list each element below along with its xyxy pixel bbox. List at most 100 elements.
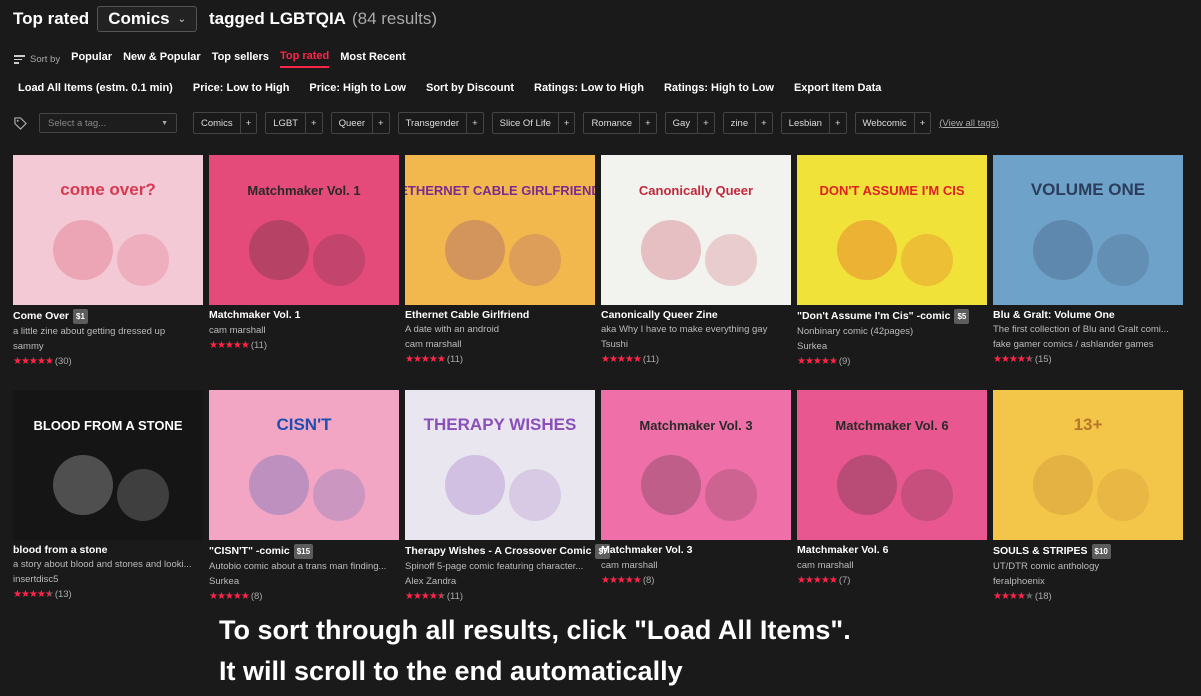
game-card[interactable]: THERAPY WISHES Therapy Wishes - A Crossov… (405, 390, 611, 603)
cover-thumbnail[interactable]: Matchmaker Vol. 3 (601, 390, 791, 540)
cover-thumbnail[interactable]: Canonically Queer (601, 155, 791, 305)
card-title[interactable]: "Don't Assume I'm Cis" -comic (797, 310, 950, 323)
card-title-row[interactable]: "CISN'T" -comic $15 (209, 544, 399, 559)
cover-thumbnail[interactable]: ETHERNET CABLE GIRLFRIEND (405, 155, 595, 305)
tag-chip-zine[interactable]: zine + (722, 112, 773, 134)
tag-chip-comics[interactable]: Comics + (193, 112, 258, 134)
game-card[interactable]: Matchmaker Vol. 3 Matchmaker Vol. 3 cam ma… (601, 390, 791, 587)
add-tag-icon[interactable]: + (755, 113, 772, 133)
game-card[interactable]: Matchmaker Vol. 1 Matchmaker Vol. 1 cam ma… (209, 155, 399, 352)
card-title-row[interactable]: Come Over $1 (13, 309, 203, 324)
tag-chip-slice-of-life[interactable]: Slice Of Life + (491, 112, 576, 134)
price-high-low-button[interactable]: Price: High to Low (309, 82, 406, 94)
card-title[interactable]: Therapy Wishes - A Crossover Comic (405, 545, 591, 558)
load-all-items-button[interactable]: Load All Items (estm. 0.1 min) (18, 82, 173, 94)
card-title-row[interactable]: Ethernet Cable Girlfriend (405, 309, 595, 322)
card-title[interactable]: Come Over (13, 310, 69, 323)
cover-title-text: DON'T ASSUME I'M CIS (819, 183, 964, 198)
card-title[interactable]: SOULS & STRIPES (993, 545, 1088, 558)
add-tag-icon[interactable]: + (697, 113, 714, 133)
add-tag-icon[interactable]: + (639, 113, 656, 133)
card-title-row[interactable]: "Don't Assume I'm Cis" -comic $5 (797, 309, 987, 324)
sort-tab-popular[interactable]: Popular (71, 51, 112, 67)
price-low-high-button[interactable]: Price: Low to High (193, 82, 290, 94)
card-title[interactable]: blood from a stone (13, 544, 108, 557)
ratings-low-high-button[interactable]: Ratings: Low to High (534, 82, 644, 94)
card-title[interactable]: Ethernet Cable Girlfriend (405, 309, 529, 322)
card-title-row[interactable]: Blu & Gralt: Volume One (993, 309, 1183, 322)
card-title-row[interactable]: blood from a stone (13, 544, 203, 557)
card-title-row[interactable]: Matchmaker Vol. 6 (797, 544, 987, 557)
tag-chip-label: Slice Of Life (499, 117, 551, 129)
card-author[interactable]: feralphoenix (993, 576, 1183, 588)
tag-chip-webcomic[interactable]: Webcomic + (854, 112, 932, 134)
card-author[interactable]: cam marshall (209, 325, 399, 337)
add-tag-icon[interactable]: + (828, 113, 846, 133)
card-author[interactable]: sammy (13, 341, 203, 353)
card-author[interactable]: fake gamer comics / ashlander games (993, 339, 1183, 351)
tag-select-dropdown[interactable]: Select a tag... ▼ (39, 113, 177, 133)
game-card[interactable]: ETHERNET CABLE GIRLFRIEND Ethernet Cable … (405, 155, 595, 366)
sort-tab-new-popular[interactable]: New & Popular (123, 51, 201, 67)
view-all-tags-link[interactable]: (View all tags) (939, 118, 999, 129)
cover-thumbnail[interactable]: 13+ (993, 390, 1183, 540)
cover-thumbnail[interactable]: come over? (13, 155, 203, 305)
card-author[interactable]: cam marshall (601, 560, 791, 572)
sort-by-discount-button[interactable]: Sort by Discount (426, 82, 514, 94)
card-title[interactable]: Blu & Gralt: Volume One (993, 309, 1115, 322)
card-author[interactable]: insertdisc5 (13, 574, 203, 586)
card-author[interactable]: cam marshall (405, 339, 595, 351)
card-author[interactable]: Surkea (209, 576, 399, 588)
game-card[interactable]: Canonically Queer Canonically Queer Zine a… (601, 155, 791, 366)
add-tag-icon[interactable]: + (239, 113, 257, 133)
export-item-data-button[interactable]: Export Item Data (794, 82, 881, 94)
cover-thumbnail[interactable]: Matchmaker Vol. 6 (797, 390, 987, 540)
game-card[interactable]: Matchmaker Vol. 6 Matchmaker Vol. 6 cam ma… (797, 390, 987, 587)
card-author[interactable]: cam marshall (797, 560, 987, 572)
card-title-row[interactable]: Matchmaker Vol. 3 (601, 544, 791, 557)
card-author[interactable]: Alex Zandra (405, 576, 595, 588)
add-tag-icon[interactable]: + (372, 113, 389, 133)
card-title[interactable]: Matchmaker Vol. 3 (601, 544, 692, 557)
tag-chip-lgbt[interactable]: LGBT + (265, 112, 323, 134)
cover-thumbnail[interactable]: VOLUME ONE (993, 155, 1183, 305)
add-tag-icon[interactable]: + (305, 113, 322, 133)
sort-tab-most-recent[interactable]: Most Recent (340, 51, 405, 67)
add-tag-icon[interactable]: + (466, 113, 483, 133)
cover-title-text: come over? (60, 180, 155, 199)
game-card[interactable]: BLOOD FROM A STONE blood from a stone a st… (13, 390, 203, 601)
card-rating: ★★★★★ (13) (13, 589, 203, 601)
cover-thumbnail[interactable]: THERAPY WISHES (405, 390, 595, 540)
card-title[interactable]: Matchmaker Vol. 1 (209, 309, 300, 322)
cover-thumbnail[interactable]: DON'T ASSUME I'M CIS (797, 155, 987, 305)
card-title[interactable]: Canonically Queer Zine (601, 309, 718, 322)
tag-chip-lesbian[interactable]: Lesbian + (780, 112, 847, 134)
ratings-high-low-button[interactable]: Ratings: High to Low (664, 82, 774, 94)
tag-chip-transgender[interactable]: Transgender + (397, 112, 484, 134)
card-title-row[interactable]: Matchmaker Vol. 1 (209, 309, 399, 322)
card-title-row[interactable]: Therapy Wishes - A Crossover Comic $7 (405, 544, 611, 559)
tag-chip-label: Transgender (405, 117, 460, 129)
add-tag-icon[interactable]: + (913, 113, 931, 133)
card-author[interactable]: Tsushi (601, 339, 791, 351)
tag-chip-gay[interactable]: Gay + (664, 112, 715, 134)
game-card[interactable]: 13+ SOULS & STRIPES $10 UT/DTR comic anthol… (993, 390, 1183, 603)
game-card[interactable]: CISN'T "CISN'T" -comic $15 Autobio comic ab… (209, 390, 399, 603)
sort-tab-top-sellers[interactable]: Top sellers (212, 51, 269, 67)
cover-thumbnail[interactable]: CISN'T (209, 390, 399, 540)
card-title-row[interactable]: SOULS & STRIPES $10 (993, 544, 1183, 559)
card-title[interactable]: "CISN'T" -comic (209, 545, 290, 558)
card-title-row[interactable]: Canonically Queer Zine (601, 309, 791, 322)
game-card[interactable]: DON'T ASSUME I'M CIS "Don't Assume I'm Ci… (797, 155, 987, 368)
game-card[interactable]: come over? Come Over $1 a little zine about… (13, 155, 203, 368)
tag-chip-queer[interactable]: Queer + (330, 112, 390, 134)
category-dropdown[interactable]: Comics ⌄ (97, 6, 197, 32)
tag-chip-romance[interactable]: Romance + (583, 112, 657, 134)
game-card[interactable]: VOLUME ONE Blu & Gralt: Volume One The fir… (993, 155, 1183, 366)
cover-thumbnail[interactable]: BLOOD FROM A STONE (13, 390, 203, 540)
card-title[interactable]: Matchmaker Vol. 6 (797, 544, 888, 557)
card-author[interactable]: Surkea (797, 341, 987, 353)
sort-tab-top-rated[interactable]: Top rated (279, 50, 330, 68)
cover-thumbnail[interactable]: Matchmaker Vol. 1 (209, 155, 399, 305)
add-tag-icon[interactable]: + (557, 113, 575, 133)
